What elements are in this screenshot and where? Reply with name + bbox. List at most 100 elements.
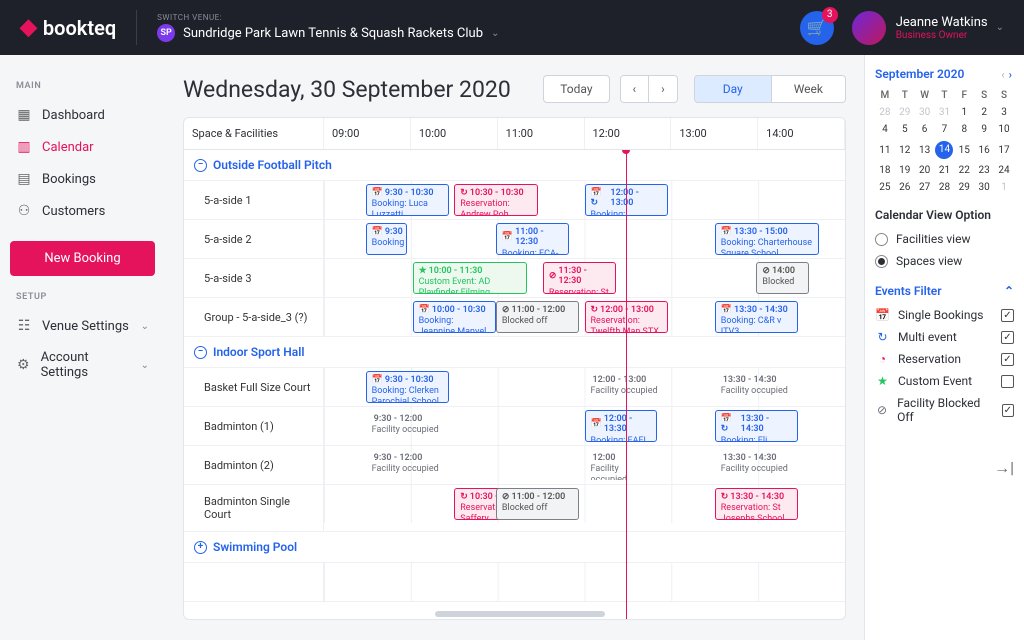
filter-row[interactable]: ↻Multi event	[875, 326, 1014, 348]
calendar-event[interactable]: 13:30 - 14:30Facility occupied	[715, 371, 798, 403]
sidebar-item-account-settings[interactable]: ⚙Account Settings⌄	[10, 342, 155, 388]
mini-cal-day[interactable]: 21	[935, 162, 955, 179]
row-track[interactable]: 📅9:30 - 10:30Booking: Luca Luzzatti↻10:3…	[324, 181, 845, 219]
mini-cal-day[interactable]: 30	[974, 179, 994, 196]
sidebar-item-customers[interactable]: ⚇Customers	[10, 195, 155, 227]
mini-cal-day[interactable]: 28	[875, 104, 895, 121]
calendar-event[interactable]: 📅9:30 - 10:30Booking: Luca Luzzatti	[366, 184, 449, 216]
mini-cal-day[interactable]: 13	[915, 138, 935, 162]
calendar-event[interactable]: 📅10:00 - 10:30Booking: Jeannine Manvel S…	[413, 301, 496, 333]
mini-cal-day[interactable]: 6	[915, 121, 935, 138]
sidebar-item-venue-settings[interactable]: ☷Venue Settings⌄	[10, 310, 155, 342]
mini-cal-day[interactable]: 14	[935, 138, 955, 162]
mini-cal-day[interactable]: 7	[935, 121, 955, 138]
mini-cal-day[interactable]: 1	[994, 179, 1014, 196]
calendar-event[interactable]: 📅↻13:30 - 14:30Booking: Eli Clarke	[715, 410, 798, 442]
calendar-event[interactable]: ⊘11:00 - 12:00Blocked off	[496, 488, 579, 520]
mini-cal-day[interactable]: 9	[974, 121, 994, 138]
calendar-event[interactable]: 📅12:00 - 13:30Booking: EAFL – Regular Mo…	[585, 410, 658, 442]
calendar-event[interactable]: 13:30 - 14:30Facility occupied	[715, 449, 798, 481]
mini-cal-day[interactable]: 26	[895, 179, 915, 196]
mini-cal-day[interactable]: 8	[954, 121, 974, 138]
calendar-event[interactable]: 📅11:00 - 12:30Booking: ECA-International	[496, 223, 569, 255]
calendar-event[interactable]: 9:30 - 12:00Facility occupied	[366, 449, 491, 481]
mini-cal-day[interactable]: 17	[994, 138, 1014, 162]
mini-cal-day[interactable]: 29	[895, 104, 915, 121]
cart-button[interactable]: 🛒 3	[800, 11, 834, 45]
mini-cal-day[interactable]: 3	[994, 104, 1014, 121]
collapse-panel-button[interactable]: →|	[875, 458, 1014, 478]
calendar-event[interactable]: ↻12:00 - 13:00Reservation: Twelfth Man S…	[585, 301, 668, 333]
user-menu[interactable]: Jeanne Watkins Business Owner	[896, 15, 988, 41]
new-booking-button[interactable]: New Booking	[10, 241, 155, 276]
today-button[interactable]: Today	[543, 75, 609, 103]
row-track[interactable]: 📅10:00 - 10:30Booking: Jeannine Manvel S…	[324, 298, 845, 336]
calendar-event[interactable]: ↻10:30 - 10:30Reservation: Andrew Poh	[454, 184, 537, 216]
calendar-event[interactable]: 12:00 - 13:00Facility occupied	[585, 371, 668, 403]
mini-cal-day[interactable]: 24	[994, 162, 1014, 179]
mini-cal-day[interactable]: 19	[895, 162, 915, 179]
calendar-event[interactable]: 📅13:30 - 14:30Booking: C&R v ITV3	[715, 301, 798, 333]
mini-calendar[interactable]: MTWTFSS282930311234567891011121314151617…	[875, 87, 1014, 196]
row-track[interactable]: 9:30 - 12:00Facility occupied 📅12:00 - 13…	[324, 407, 845, 445]
mini-cal-day[interactable]: 18	[875, 162, 895, 179]
sidebar-item-bookings[interactable]: ▤Bookings	[10, 163, 155, 195]
prev-day-button[interactable]: ‹	[621, 76, 649, 102]
logo[interactable]: ◆ bookteq	[20, 15, 116, 40]
row-track[interactable]: ★10:00 - 11:30Custom Event: AD Playfinde…	[324, 259, 845, 297]
calendar-event[interactable]: 📅↻12:00 - 13:00Booking: Jeannine Manvel …	[585, 184, 668, 216]
calendar-event[interactable]: 📅13:30 - 15:00Booking: Charterhouse Squa…	[715, 223, 819, 255]
sidebar-item-dashboard[interactable]: ▦Dashboard	[10, 99, 155, 131]
row-track[interactable]	[324, 563, 845, 601]
calendar-event[interactable]: 📅9:30 - 10:30Booking: Clerken Parochial …	[366, 371, 449, 403]
mini-cal-day[interactable]: 10	[994, 121, 1014, 138]
calendar-event[interactable]: ⊘11:00 - 12:00Blocked off	[496, 301, 579, 333]
row-track[interactable]: ↻10:30 - 11:00Reservation: Saffery Champ…	[324, 485, 845, 523]
calendar-event[interactable]: 9:30 - 12:00Facility occupied	[366, 410, 491, 442]
calendar-event[interactable]: 📅9:30Booking	[366, 223, 408, 255]
mini-cal-day[interactable]: 12	[895, 138, 915, 162]
mini-cal-day[interactable]: 28	[935, 179, 955, 196]
mini-cal-day[interactable]: 25	[875, 179, 895, 196]
mini-cal-day[interactable]: 15	[954, 138, 974, 162]
group-header[interactable]: −Outside Football Pitch	[184, 150, 845, 181]
mini-cal-prev[interactable]: ‹	[999, 68, 1006, 81]
calendar-event[interactable]: 12:00Facility occupied	[585, 449, 637, 481]
calendar-event[interactable]: ★10:00 - 11:30Custom Event: AD Playfinde…	[413, 262, 528, 294]
calendar-event[interactable]: ⊘14:00Blocked	[756, 262, 808, 294]
mini-cal-day[interactable]: 20	[915, 162, 935, 179]
venue-switcher[interactable]: SWITCH VENUE: SP Sundridge Park Lawn Ten…	[157, 13, 499, 42]
mini-cal-next[interactable]: ›	[1007, 68, 1014, 81]
filter-row[interactable]: ⊘Facility Blocked Off	[875, 392, 1014, 428]
filter-row[interactable]: 📅Single Bookings	[875, 304, 1014, 326]
view-facilities-radio[interactable]: Facilities view	[875, 228, 1014, 250]
mini-cal-day[interactable]: 1	[954, 104, 974, 121]
mini-cal-day[interactable]: 4	[875, 121, 895, 138]
avatar[interactable]	[852, 11, 886, 45]
chevron-up-icon[interactable]: ⌃	[1004, 284, 1014, 298]
row-track[interactable]: 9:30 - 12:00Facility occupied 12:00Facili…	[324, 446, 845, 484]
mini-cal-day[interactable]: 22	[954, 162, 974, 179]
mini-cal-day[interactable]: 31	[935, 104, 955, 121]
next-day-button[interactable]: ›	[648, 76, 677, 102]
view-spaces-radio[interactable]: Spaces view	[875, 250, 1014, 272]
calendar-event[interactable]: ⊘11:30 - 12:30Reservation: St Josephs Sc…	[543, 262, 616, 294]
mini-cal-day[interactable]: 23	[974, 162, 994, 179]
mini-cal-day[interactable]: 27	[915, 179, 935, 196]
mini-cal-day[interactable]: 29	[954, 179, 974, 196]
filter-row[interactable]: ★Custom Event	[875, 370, 1014, 392]
calendar-event[interactable]: ↻13:30 - 14:30Reservation: St Josephs Sc…	[715, 488, 798, 520]
row-track[interactable]: 📅9:30Booking 📅11:00 - 12:30Booking: ECA-I…	[324, 220, 845, 258]
mini-cal-day[interactable]: 16	[974, 138, 994, 162]
view-week-button[interactable]: Week	[771, 76, 845, 102]
mini-cal-day[interactable]: 2	[974, 104, 994, 121]
group-header[interactable]: +Swimming Pool	[184, 532, 845, 563]
mini-cal-day[interactable]: 30	[915, 104, 935, 121]
view-day-button[interactable]: Day	[695, 76, 771, 102]
horizontal-scrollbar[interactable]	[435, 611, 605, 617]
mini-cal-day[interactable]: 5	[895, 121, 915, 138]
sidebar-item-calendar[interactable]: ▥Calendar	[10, 131, 155, 163]
filter-row[interactable]: ◔Reservation	[875, 348, 1014, 370]
calendar-body[interactable]: −Outside Football Pitch5-a-side 1📅9:30 -…	[184, 150, 845, 619]
row-track[interactable]: 📅9:30 - 10:30Booking: Clerken Parochial …	[324, 368, 845, 406]
